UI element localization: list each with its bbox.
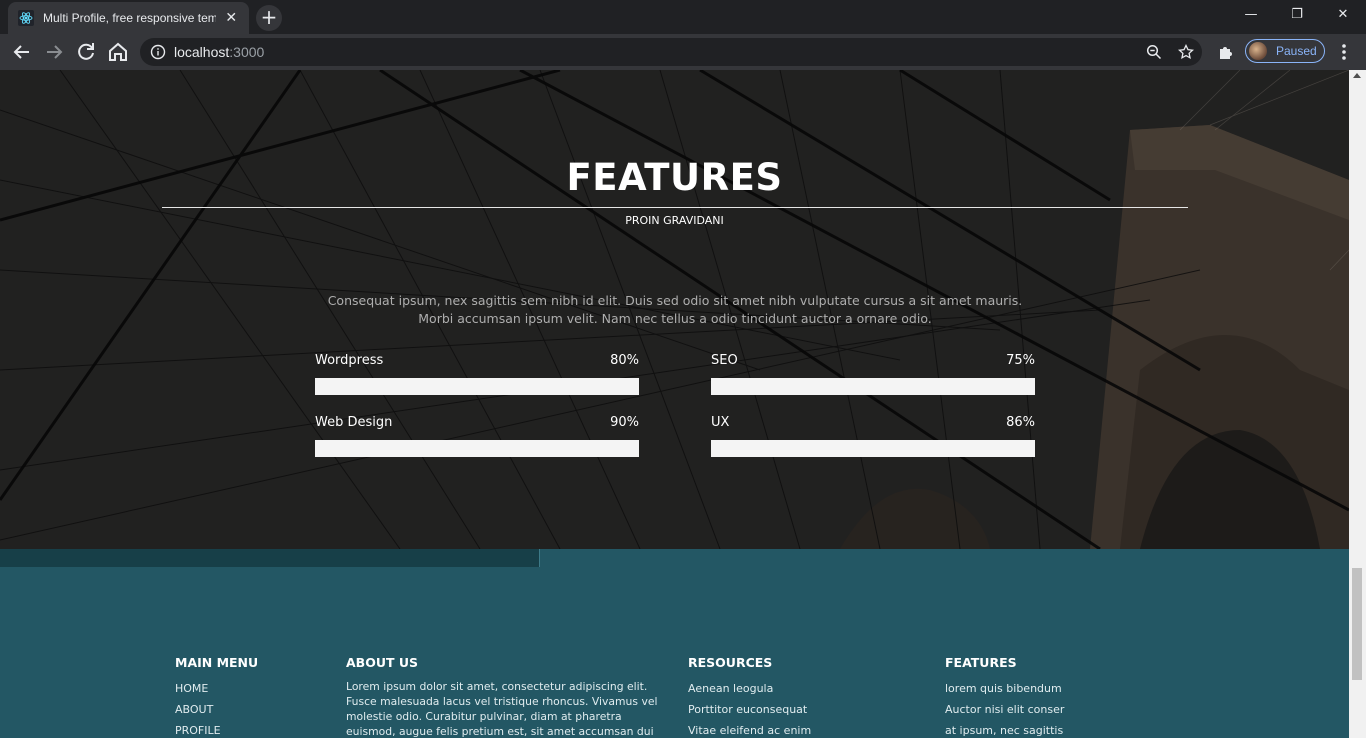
browser-toolbar: localhost:3000 Paused <box>0 34 1366 70</box>
skill-percent: 80% <box>610 353 639 368</box>
forward-arrow-icon[interactable] <box>42 40 66 64</box>
features-section: FEATURES PROIN GRAVIDANI Consequat ipsum… <box>0 70 1349 549</box>
menu-kebab-icon[interactable] <box>1336 43 1352 61</box>
minimize-button[interactable]: — <box>1228 0 1274 30</box>
extensions-puzzle-icon[interactable] <box>1217 43 1235 61</box>
site-info-icon[interactable] <box>150 44 166 60</box>
footer-link[interactable]: Vitae eleifend ac enim <box>688 724 811 738</box>
home-icon[interactable] <box>106 40 130 64</box>
footer-link[interactable]: Porttitor euconsequat <box>688 703 811 724</box>
footer-heading: MAIN MENU <box>175 655 259 670</box>
footer-resources: RESOURCES Aenean leogula Porttitor eucon… <box>688 655 811 738</box>
progress-fill <box>711 440 990 457</box>
reload-icon[interactable] <box>74 40 98 64</box>
footer-heading: RESOURCES <box>688 655 773 670</box>
progress-fill <box>711 378 954 395</box>
react-favicon-icon <box>18 10 34 26</box>
skill-percent: 75% <box>1006 353 1035 368</box>
footer-link[interactable]: Aenean leogula <box>688 682 811 703</box>
skill-label: SEO <box>711 353 738 368</box>
close-window-button[interactable]: ✕ <box>1320 0 1366 30</box>
footer-link-profile[interactable]: PROFILE <box>175 724 258 738</box>
zoom-icon[interactable] <box>1146 44 1162 60</box>
skill-percent: 90% <box>610 415 639 430</box>
band-dark-segment <box>0 549 540 567</box>
band-divider <box>539 549 540 567</box>
footer-main-menu: MAIN MENU HOME ABOUT PROFILE <box>175 655 258 738</box>
profile-status: Paused <box>1276 44 1317 58</box>
skill-label: Web Design <box>315 415 393 430</box>
new-tab-button[interactable]: + <box>256 5 282 31</box>
tab-close-icon[interactable]: ✕ <box>224 10 240 26</box>
footer-link[interactable]: at ipsum, nec sagittis <box>945 724 1064 738</box>
tab-strip: Multi Profile, free responsive template … <box>0 0 1366 34</box>
progress-bar <box>711 378 1035 395</box>
footer-features: FEATURES lorem quis bibendum Auctor nisi… <box>945 655 1064 738</box>
features-description: Consequat ipsum, nex sagittis sem nibh i… <box>327 293 1023 326</box>
progress-fill <box>315 378 575 395</box>
footer-top-band <box>0 549 1349 567</box>
skill-percent: 86% <box>1006 415 1035 430</box>
url-text: localhost:3000 <box>174 44 265 60</box>
active-tab[interactable]: Multi Profile, free responsive template … <box>8 2 249 34</box>
footer-heading: FEATURES <box>945 655 1017 670</box>
progress-bar <box>315 440 639 457</box>
page-viewport: FEATURES PROIN GRAVIDANI Consequat ipsum… <box>0 70 1349 738</box>
footer-about-text: Lorem ipsum dolor sit amet, consectetur … <box>346 680 658 738</box>
progress-bar <box>315 378 639 395</box>
footer-link-about[interactable]: ABOUT <box>175 703 258 724</box>
profile-button[interactable]: Paused <box>1245 39 1325 63</box>
tab-title: Multi Profile, free responsive template <box>43 11 216 25</box>
progress-fill <box>315 440 607 457</box>
page-title: FEATURES <box>566 156 783 199</box>
footer-link[interactable]: lorem quis bibendum <box>945 682 1064 703</box>
scroll-up-arrow-icon[interactable] <box>1353 73 1361 78</box>
footer-heading: ABOUT US <box>346 655 419 670</box>
avatar <box>1249 42 1267 60</box>
site-footer: MAIN MENU HOME ABOUT PROFILE ABOUT US Lo… <box>0 567 1349 738</box>
title-divider <box>162 207 1188 208</box>
bookmark-star-icon[interactable] <box>1178 44 1194 60</box>
address-bar[interactable]: localhost:3000 <box>140 38 1202 66</box>
footer-about: ABOUT US Lorem ipsum dolor sit amet, con… <box>346 655 658 738</box>
restore-button[interactable]: ❐ <box>1274 0 1320 30</box>
page-scrollbar[interactable] <box>1349 70 1366 738</box>
back-arrow-icon[interactable] <box>10 40 34 64</box>
footer-link[interactable]: Auctor nisi elit conser <box>945 703 1064 724</box>
skill-label: UX <box>711 415 730 430</box>
features-subtitle: PROIN GRAVIDANI <box>625 214 724 227</box>
footer-link-home[interactable]: HOME <box>175 682 258 703</box>
scroll-thumb[interactable] <box>1352 568 1362 680</box>
skill-label: Wordpress <box>315 353 384 368</box>
progress-bar <box>711 440 1035 457</box>
